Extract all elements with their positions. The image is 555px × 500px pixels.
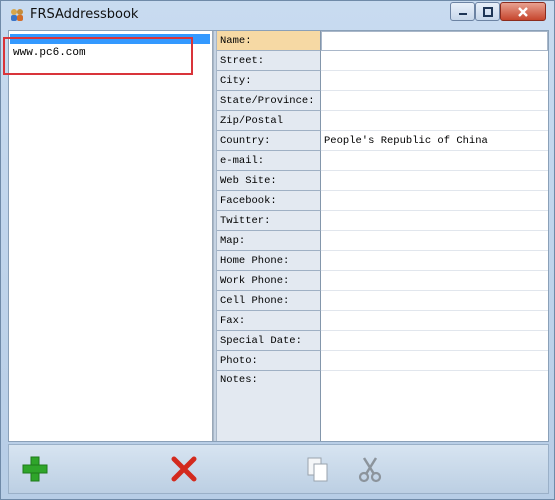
add-icon (22, 456, 48, 482)
cut-icon (358, 457, 382, 483)
field-label-special-date: Special Date: (217, 331, 321, 351)
name-field[interactable] (321, 31, 548, 51)
maximize-icon (482, 6, 493, 17)
facebook-field[interactable] (321, 191, 548, 211)
copy-icon (307, 457, 328, 482)
field-label-fax: Fax: (217, 311, 321, 331)
fax-field[interactable] (321, 311, 548, 331)
cut-button[interactable] (353, 452, 387, 486)
field-label-photo: Photo: (217, 351, 321, 371)
field-label-zip: Zip/Postal Code: (217, 111, 321, 147)
minimize-icon (458, 12, 467, 15)
country-field[interactable]: People's Republic of China (321, 131, 548, 151)
field-label-name: Name: (217, 31, 321, 51)
field-label-country: Country: (217, 131, 321, 151)
toolbar (8, 444, 549, 494)
title-bar[interactable]: FRSAddressbook (1, 1, 554, 29)
maximize-button[interactable] (475, 2, 500, 21)
city-field[interactable] (321, 71, 548, 91)
field-label-cell-phone: Cell Phone: (217, 291, 321, 311)
field-label-city: City: (217, 71, 321, 91)
field-label-facebook: Facebook: (217, 191, 321, 211)
field-label-twitter: Twitter: (217, 211, 321, 231)
notes-field[interactable] (321, 371, 548, 441)
home-phone-field[interactable] (321, 251, 548, 271)
annotation-highlight (3, 37, 193, 75)
field-values: People's Republic of China (321, 31, 548, 441)
close-button[interactable] (500, 2, 546, 21)
field-label-notes: Notes: (217, 371, 321, 441)
delete-button[interactable] (167, 452, 201, 486)
add-button[interactable] (18, 452, 52, 486)
field-label-street: Street: (217, 51, 321, 71)
field-label-work-phone: Work Phone: (217, 271, 321, 291)
map-field[interactable] (321, 231, 548, 251)
field-labels: Name: Street: City: State/Province: Zip/… (217, 31, 321, 441)
website-field[interactable] (321, 171, 548, 191)
copy-button[interactable] (301, 452, 335, 486)
delete-icon (171, 456, 197, 482)
field-label-email: e-mail: (217, 151, 321, 171)
field-label-map: Map: (217, 231, 321, 251)
app-window: FRSAddressbook www.pc6.com Name: Street:… (0, 0, 555, 500)
state-field[interactable] (321, 91, 548, 111)
work-phone-field[interactable] (321, 271, 548, 291)
close-icon (518, 6, 528, 17)
minimize-button[interactable] (450, 2, 475, 21)
twitter-field[interactable] (321, 211, 548, 231)
main-content: www.pc6.com Name: Street: City: State/Pr… (3, 30, 549, 442)
photo-field[interactable] (321, 351, 548, 371)
field-label-website: Web Site: (217, 171, 321, 191)
contact-list[interactable]: www.pc6.com (3, 31, 213, 441)
street-field[interactable] (321, 51, 548, 71)
zip-field[interactable] (321, 111, 548, 131)
special-date-field[interactable] (321, 331, 548, 351)
window-title: FRSAddressbook (30, 7, 139, 22)
field-label-state: State/Province: (217, 91, 321, 111)
addressbook-icon (11, 9, 23, 21)
email-field[interactable] (321, 151, 548, 171)
field-label-home-phone: Home Phone: (217, 251, 321, 271)
cell-phone-field[interactable] (321, 291, 548, 311)
